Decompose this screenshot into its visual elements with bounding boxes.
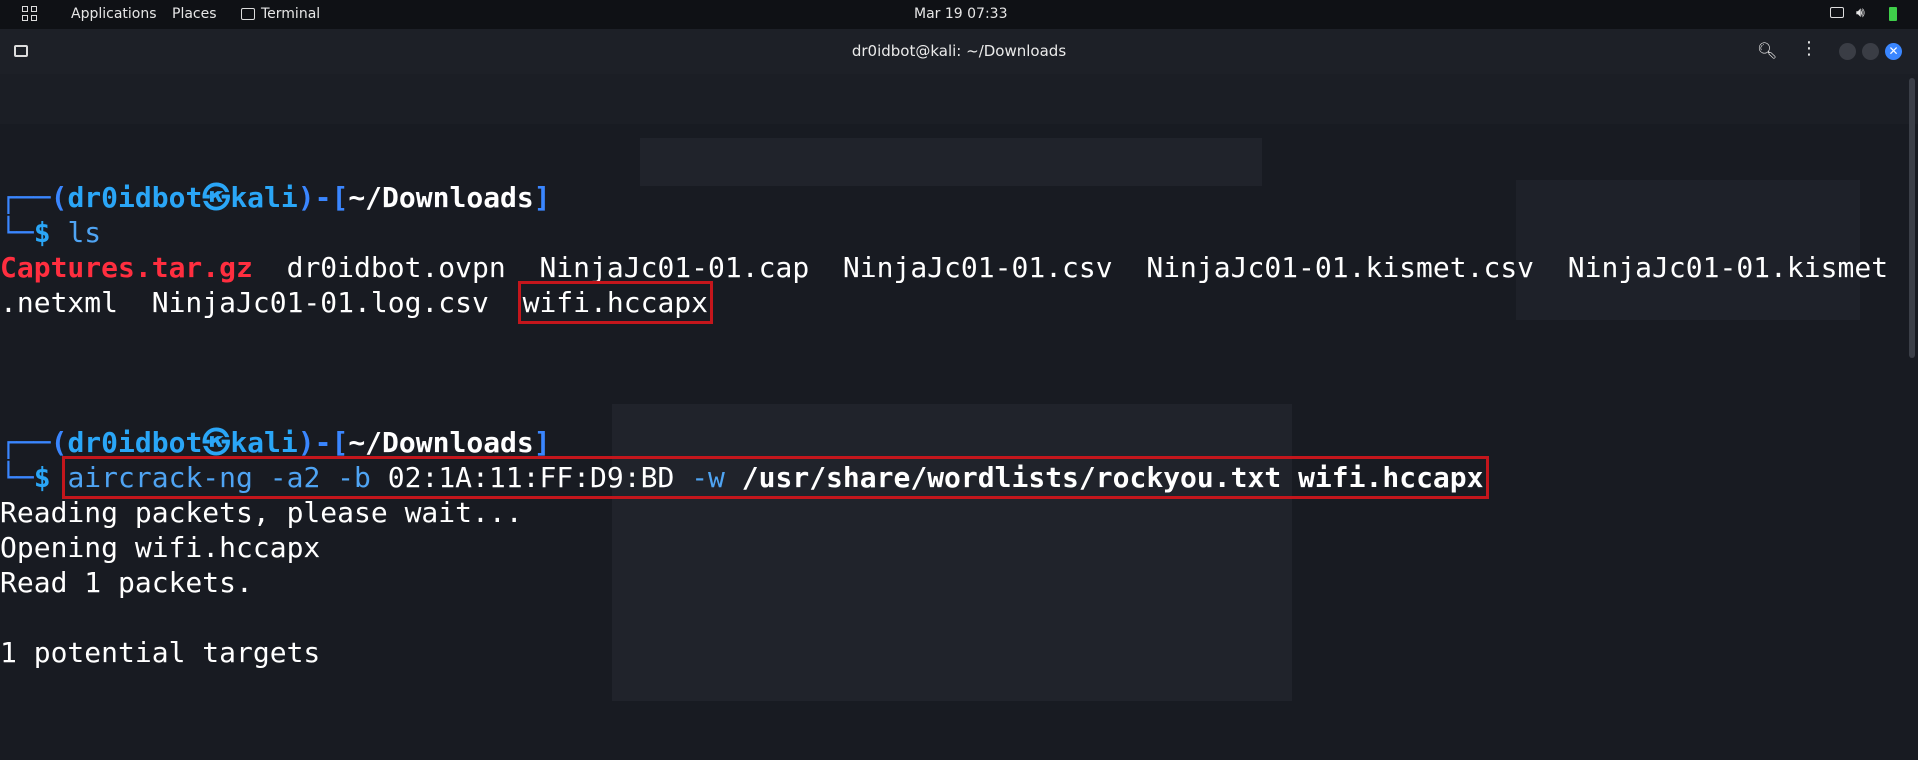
prompt-dir: ~/Downloads: [348, 181, 534, 214]
command-line: └─$ ls: [0, 216, 102, 249]
highlighted-file: wifi.hccapx: [517, 281, 714, 324]
terminal-icon: [241, 8, 255, 20]
close-button[interactable]: ✕: [1885, 43, 1902, 60]
maximize-button[interactable]: [1862, 43, 1879, 60]
terminal-app-menu[interactable]: Terminal: [241, 6, 320, 22]
archive-file: Captures.tar.gz: [0, 251, 253, 284]
minimize-button[interactable]: [1839, 43, 1856, 60]
output-line: Reading packets, please wait...: [0, 496, 523, 529]
apps-grid-icon[interactable]: [22, 6, 38, 22]
background-window: [0, 74, 1918, 124]
prompt-user: dr0idbot: [67, 181, 203, 214]
ls-output-row: .netxml NinjaJc01-01.log.csv wifi.hccapx: [0, 281, 714, 324]
ls-output-row: Captures.tar.gz dr0idbot.ovpn NinjaJc01-…: [0, 250, 1888, 285]
terminal-header: dr0idbot@kali: ~/Downloads 🔍︎ ⋮ ✕: [0, 29, 1918, 74]
prompt-user: dr0idbot: [67, 426, 203, 459]
top-panel: Applications Places Terminal Mar 19 07:3…: [0, 0, 1918, 29]
window-title: dr0idbot@kali: ~/Downloads: [851, 42, 1067, 60]
output-line: Opening wifi.hccapx: [0, 531, 321, 564]
file-list: .netxml NinjaJc01-01.log.csv: [0, 286, 523, 319]
clock[interactable]: Mar 19 07:33: [914, 6, 1007, 22]
command-ls: ls: [67, 216, 102, 249]
menu-kebab-icon[interactable]: ⋮: [1800, 38, 1818, 59]
aircrack-command: aircrack-ng -a2 -b 02:1A:11:FF:D9:BD -w …: [62, 456, 1489, 499]
prompt-host: kali: [230, 181, 298, 214]
battery-icon[interactable]: [1889, 7, 1897, 21]
prompt-at-icon: ㉿: [202, 426, 231, 459]
applications-menu[interactable]: Applications: [71, 6, 157, 22]
command-line: └─$ aircrack-ng -a2 -b 02:1A:11:FF:D9:BD…: [0, 456, 1489, 499]
terminal-output: ┌──(dr0idbot㉿kali)-[~/Downloads] └─$ ls …: [0, 130, 1918, 760]
prompt-at-icon: ㉿: [202, 181, 231, 214]
screen-icon[interactable]: [1830, 7, 1844, 18]
terminal-app-label: Terminal: [261, 6, 321, 22]
prompt-host: kali: [230, 426, 298, 459]
prompt-line: ┌──(dr0idbot㉿kali)-[~/Downloads]: [0, 426, 551, 459]
prompt-line: ┌──(dr0idbot㉿kali)-[~/Downloads]: [0, 181, 551, 214]
output-line: Read 1 packets.: [0, 566, 253, 599]
search-icon[interactable]: 🔍︎: [1757, 41, 1777, 60]
prompt-dir: ~/Downloads: [348, 426, 534, 459]
places-menu[interactable]: Places: [172, 6, 217, 22]
output-line: 1 potential targets: [0, 636, 321, 669]
volume-icon[interactable]: 🔊︎: [1856, 5, 1865, 21]
file-list: dr0idbot.ovpn NinjaJc01-01.cap NinjaJc01…: [252, 251, 1889, 284]
